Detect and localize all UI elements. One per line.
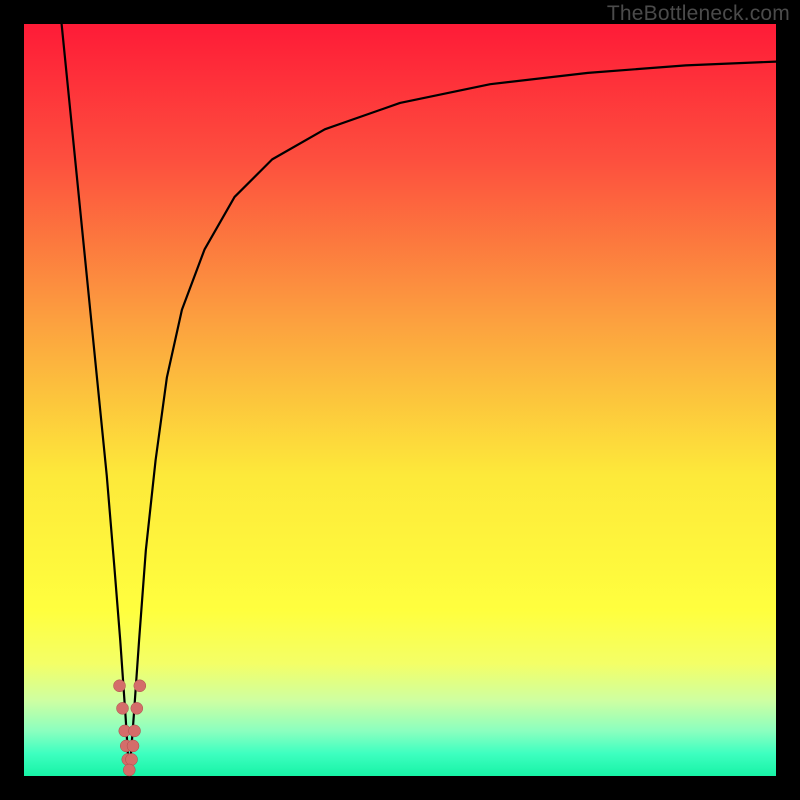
marker-dot xyxy=(123,764,135,776)
series-right-branch xyxy=(129,62,776,776)
watermark-text: TheBottleneck.com xyxy=(607,2,790,26)
marker-dot xyxy=(114,680,126,692)
series-left-branch xyxy=(62,24,130,776)
marker-dot xyxy=(134,680,146,692)
chart-frame: TheBottleneck.com xyxy=(0,0,800,800)
curve-layer xyxy=(24,24,776,776)
plot-area xyxy=(24,24,776,776)
marker-dot xyxy=(126,753,138,765)
marker-dot xyxy=(131,702,143,714)
marker-dot xyxy=(127,740,139,752)
marker-dot xyxy=(117,702,129,714)
marker-dot xyxy=(129,725,141,737)
